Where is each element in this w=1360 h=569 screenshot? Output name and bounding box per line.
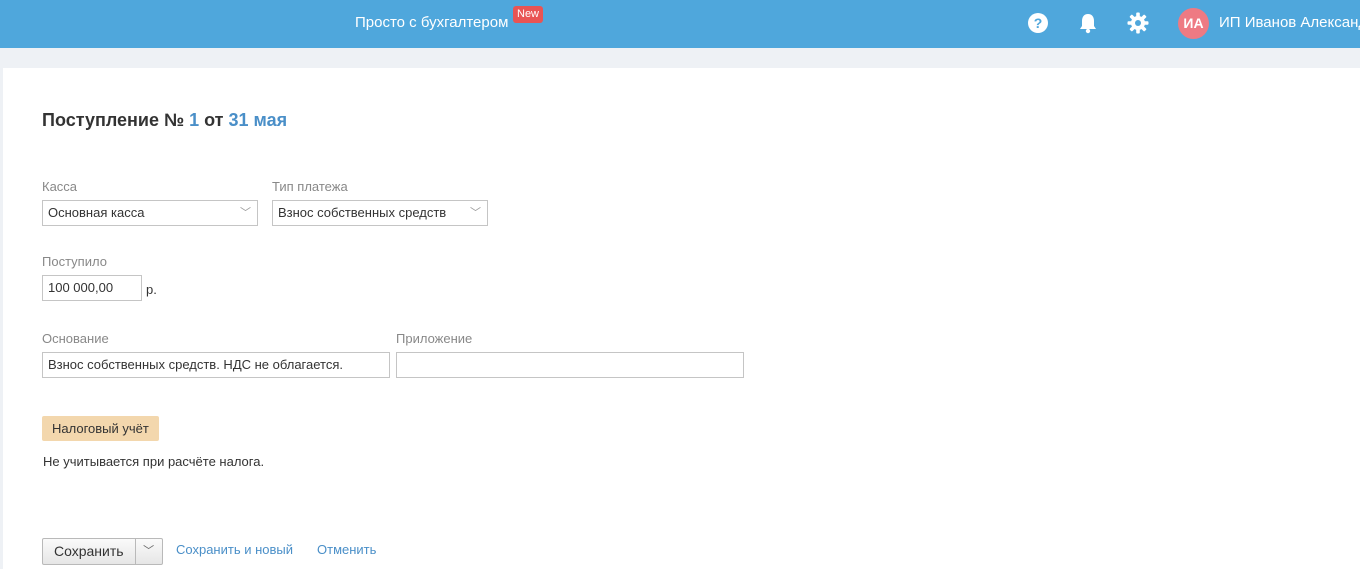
document-number[interactable]: 1 — [189, 110, 199, 130]
received-label: Поступило — [42, 254, 107, 269]
new-badge: New — [513, 6, 544, 23]
gear-icon[interactable] — [1126, 11, 1150, 35]
tax-accounting-badge[interactable]: Налоговый учёт — [42, 416, 159, 441]
attachment-input[interactable] — [396, 352, 744, 378]
currency-unit: р. — [146, 282, 157, 297]
basis-label: Основание — [42, 331, 109, 346]
chevron-down-icon: ﹀ — [470, 207, 481, 219]
tax-note: Не учитывается при расчёте налога. — [43, 454, 265, 469]
user-name[interactable]: ИП Иванов Александ — [1219, 14, 1360, 31]
chevron-down-icon[interactable]: ﹀ — [136, 539, 162, 564]
save-button-group: Сохранить ﹀ — [42, 538, 163, 565]
payment-type-value: Взнос собственных средств — [278, 205, 447, 220]
avatar[interactable]: ИА — [1178, 8, 1209, 39]
page-title: Поступление № 1 от 31 мая — [42, 110, 287, 131]
help-icon[interactable]: ? — [1026, 11, 1050, 35]
kassa-select[interactable]: Основная касса ﹀ — [42, 200, 258, 226]
kassa-value: Основная касса — [48, 205, 145, 220]
document-form: Поступление № 1 от 31 мая Касса Основная… — [3, 68, 1360, 569]
svg-text:?: ? — [1034, 15, 1043, 31]
cancel-link[interactable]: Отменить — [317, 542, 376, 557]
save-button[interactable]: Сохранить — [43, 539, 136, 564]
attachment-label: Приложение — [396, 331, 473, 346]
title-prefix: Поступление № — [42, 110, 185, 130]
payment-type-select[interactable]: Взнос собственных средств ﹀ — [272, 200, 488, 226]
kassa-label: Касса — [42, 179, 78, 194]
basis-input[interactable]: Взнос собственных средств. НДС не облага… — [42, 352, 390, 378]
payment-type-label: Тип платежа — [272, 179, 348, 194]
bell-icon[interactable] — [1076, 11, 1100, 35]
app-link[interactable]: Просто с бухгалтером — [355, 14, 508, 31]
chevron-down-icon: ﹀ — [240, 207, 251, 219]
save-and-new-link[interactable]: Сохранить и новый — [176, 542, 293, 557]
document-date[interactable]: 31 мая — [229, 110, 288, 130]
received-amount-input[interactable]: 100 000,00 — [42, 275, 142, 301]
top-bar: Просто с бухгалтером New ? ИА ИП Иванов … — [0, 0, 1360, 48]
title-from: от — [204, 110, 224, 130]
